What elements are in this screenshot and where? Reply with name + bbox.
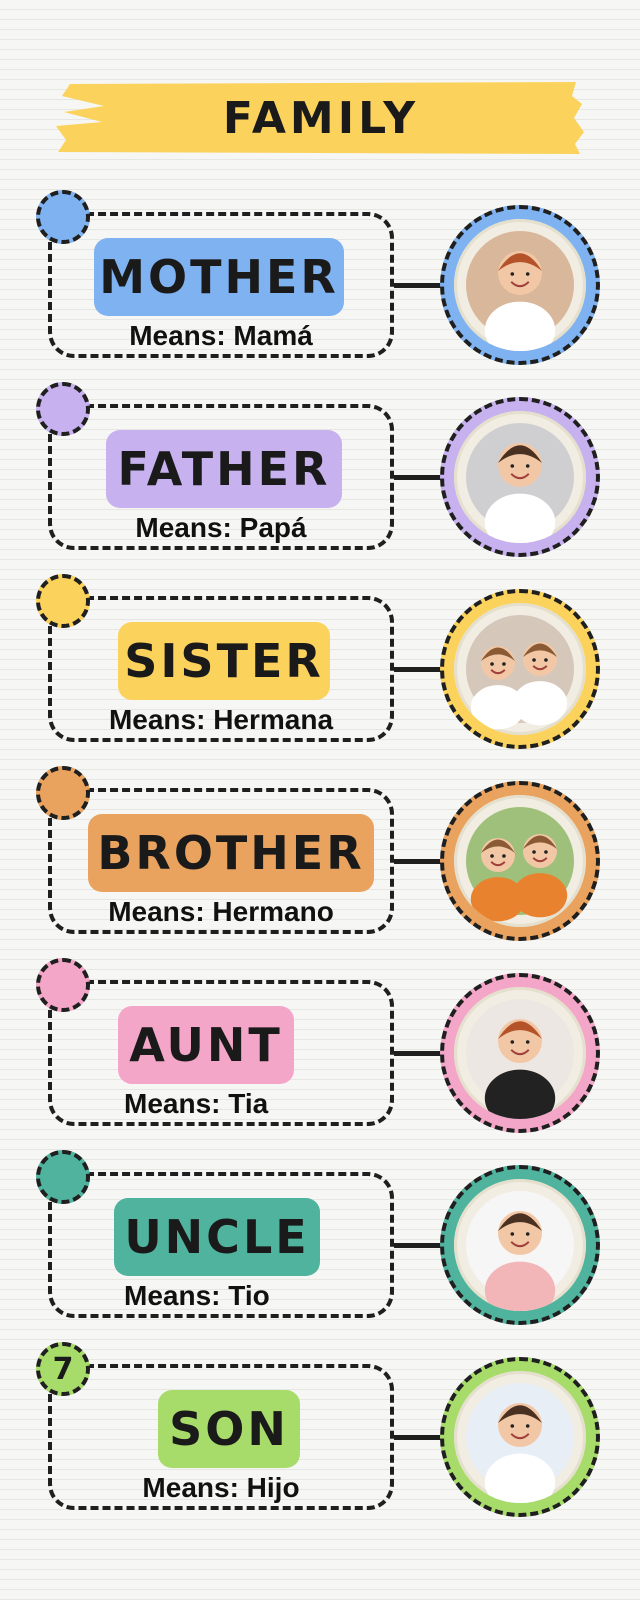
sisters-photo-icon <box>466 615 574 730</box>
word-card: SISTER Means: Hermana <box>48 596 394 742</box>
meaning-text: Means: Hermano <box>108 896 334 927</box>
word-card: MOTHER Means: Mamá <box>48 212 394 358</box>
father-photo-icon <box>466 423 574 543</box>
family-entry-brother: BROTHER Means: Hermano <box>0 766 640 941</box>
connector-line <box>394 475 444 480</box>
family-entry-aunt: AUNT Means: Tia <box>0 958 640 1133</box>
word-label: FATHER <box>106 430 342 508</box>
family-entry-son: SON Means: Hijo 7 <box>0 1342 640 1517</box>
photo-frame <box>440 589 600 749</box>
meaning-text: Means: Hijo <box>142 1472 300 1503</box>
brothers-photo-icon <box>466 807 574 922</box>
meaning-text: Means: Tio <box>124 1280 270 1311</box>
meaning-text: Means: Tia <box>124 1088 269 1119</box>
mother-photo-icon <box>466 231 574 351</box>
word-card: SON Means: Hijo <box>48 1364 394 1510</box>
word-label: SISTER <box>118 622 330 700</box>
connector-line <box>394 1243 444 1248</box>
bullet-dot: 7 <box>36 1342 90 1396</box>
connector-line <box>394 1051 444 1056</box>
family-entry-father: FATHER Means: Papá <box>0 382 640 557</box>
word-card: UNCLE Means: Tio <box>48 1172 394 1318</box>
family-entry-uncle: UNCLE Means: Tio <box>0 1150 640 1325</box>
connector-line <box>394 1435 444 1440</box>
bullet-dot <box>36 190 90 244</box>
aunt-photo-icon <box>466 999 574 1119</box>
bullet-dot <box>36 1150 90 1204</box>
family-entry-sister: SISTER Means: Hermana <box>0 574 640 749</box>
word-label: AUNT <box>118 1006 294 1084</box>
photo-frame <box>440 205 600 365</box>
photo-frame <box>440 1165 600 1325</box>
page-title: FAMILY <box>222 92 420 144</box>
connector-line <box>394 667 444 672</box>
bullet-dot <box>36 382 90 436</box>
uncle-photo-icon <box>466 1191 574 1311</box>
title-banner: FAMILY <box>56 82 586 154</box>
word-label: SON <box>158 1390 300 1468</box>
word-card: AUNT Means: Tia <box>48 980 394 1126</box>
meaning-text: Means: Hermana <box>108 704 334 735</box>
word-label: UNCLE <box>114 1198 320 1276</box>
connector-line <box>394 859 444 864</box>
photo-frame <box>440 397 600 557</box>
word-card: FATHER Means: Papá <box>48 404 394 550</box>
bullet-dot <box>36 958 90 1012</box>
word-label: MOTHER <box>94 238 344 316</box>
son-photo-icon <box>466 1383 574 1503</box>
family-entry-mother: MOTHER Means: Mamá <box>0 190 640 365</box>
bullet-dot <box>36 574 90 628</box>
meaning-text: Means: Papá <box>135 512 307 543</box>
photo-frame <box>440 1357 600 1517</box>
connector-line <box>394 283 444 288</box>
bullet-dot <box>36 766 90 820</box>
photo-frame <box>440 973 600 1133</box>
photo-frame <box>440 781 600 941</box>
meaning-text: Means: Mamá <box>129 320 313 351</box>
word-card: BROTHER Means: Hermano <box>48 788 394 934</box>
word-label: BROTHER <box>88 814 374 892</box>
